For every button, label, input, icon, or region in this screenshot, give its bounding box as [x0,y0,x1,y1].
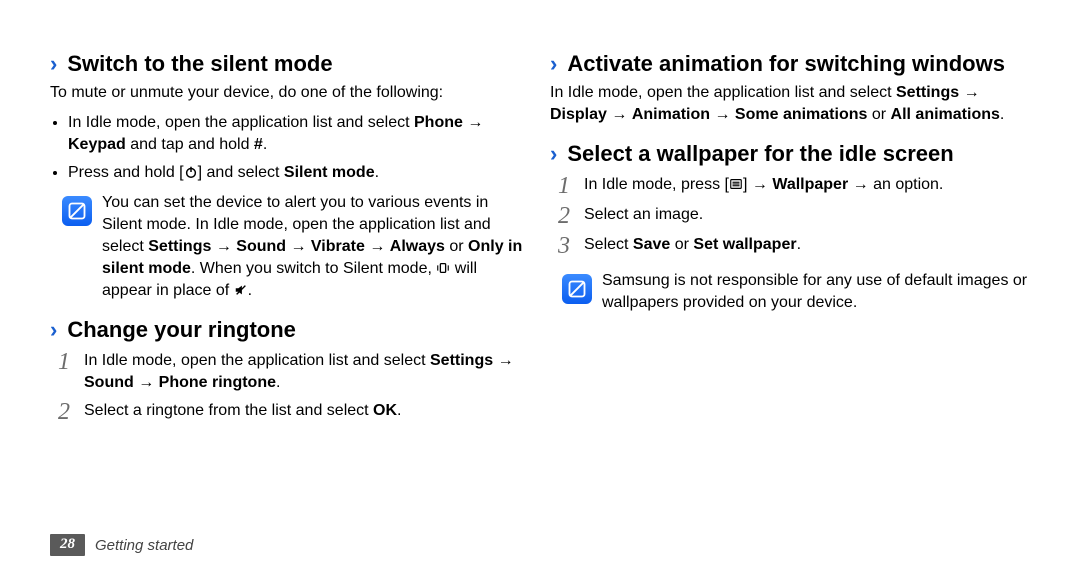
step-item: 1 In Idle mode, press [] → Wallpaper → a… [550,174,1030,198]
section-head-wallpaper: › Select a wallpaper for the idle screen [550,140,1030,168]
page-footer: 28 Getting started [50,534,193,556]
step-number: 1 [50,350,78,374]
list-item: In Idle mode, open the application list … [68,112,530,156]
section-title: Switch to the silent mode [67,50,332,78]
step-item: 3 Select Save or Set wallpaper. [550,234,1030,258]
bullet-list: In Idle mode, open the application list … [50,112,530,184]
steps-list: 1 In Idle mode, press [] → Wallpaper → a… [550,174,1030,258]
list-item: Press and hold [] and select Silent mode… [68,162,530,184]
note-text: You can set the device to alert you to v… [102,192,530,302]
page-number: 28 [50,534,85,556]
menu-icon [729,176,743,190]
step-body: In Idle mode, open the application list … [84,350,530,394]
power-icon [184,164,198,178]
chevron-icon: › [50,50,57,78]
note-box: You can set the device to alert you to v… [50,192,530,302]
chevron-icon: › [550,50,557,78]
vibrate-icon [436,260,450,274]
left-column: › Switch to the silent mode To mute or u… [50,50,530,586]
step-item: 1 In Idle mode, open the application lis… [50,350,530,394]
chevron-icon: › [550,140,557,168]
section-title: Select a wallpaper for the idle screen [567,140,953,168]
step-body: In Idle mode, press [] → Wallpaper → an … [584,174,1030,196]
step-body: Select a ringtone from the list and sele… [84,400,530,422]
speaker-mute-icon [234,282,248,296]
note-box: Samsung is not responsible for any use o… [550,270,1030,314]
step-number: 2 [550,204,578,228]
chevron-icon: › [50,316,57,344]
section-head-animation: › Activate animation for switching windo… [550,50,1030,78]
note-text: Samsung is not responsible for any use o… [602,270,1030,314]
step-number: 3 [550,234,578,258]
note-icon [62,196,92,226]
section-head-silent: › Switch to the silent mode [50,50,530,78]
step-item: 2 Select an image. [550,204,1030,228]
steps-list: 1 In Idle mode, open the application lis… [50,350,530,424]
section-title: Change your ringtone [67,316,296,344]
note-icon [562,274,592,304]
intro-text: To mute or unmute your device, do one of… [50,82,530,104]
section-head-ringtone: › Change your ringtone [50,316,530,344]
footer-section-name: Getting started [95,537,193,554]
step-item: 2 Select a ringtone from the list and se… [50,400,530,424]
step-body: Select an image. [584,204,1030,226]
section-title: Activate animation for switching windows [567,50,1005,78]
right-column: › Activate animation for switching windo… [550,50,1030,586]
paragraph: In Idle mode, open the application list … [550,82,1030,126]
step-body: Select Save or Set wallpaper. [584,234,1030,256]
step-number: 1 [550,174,578,198]
step-number: 2 [50,400,78,424]
